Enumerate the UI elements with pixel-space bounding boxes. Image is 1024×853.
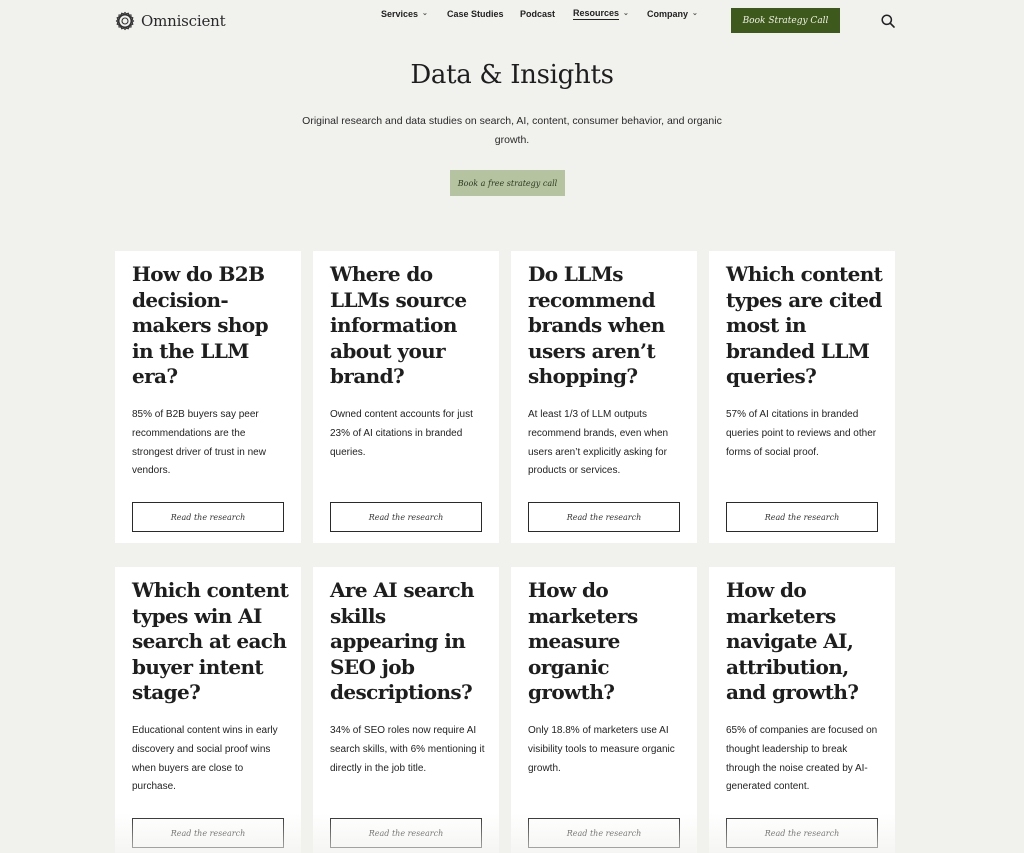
nav-resources-label: Resources xyxy=(573,8,620,20)
nav-podcast[interactable]: Podcast xyxy=(520,9,555,19)
card-description: 57% of AI citations in branded queries p… xyxy=(726,409,877,458)
nav-resources[interactable]: Resources ⌄ xyxy=(573,8,629,20)
card-title: Which content types win AI search at eac… xyxy=(132,578,289,704)
search-button[interactable] xyxy=(880,13,896,29)
card-description: Owned content accounts for just 23% of A… xyxy=(330,409,473,458)
card-title: Where do LLMs source information about y… xyxy=(330,262,467,388)
research-card: Do LLMs recommend brands when users aren… xyxy=(511,251,697,543)
research-card: Are AI search skills appearing in SEO jo… xyxy=(313,567,499,853)
read-research-button[interactable]: Read the research xyxy=(726,502,878,532)
research-card: How do B2B decision-makers shop in the L… xyxy=(115,251,301,543)
chevron-down-icon: ⌄ xyxy=(623,10,629,17)
research-card: Which content types are cited most in br… xyxy=(709,251,895,543)
logo-mark-icon xyxy=(115,11,135,31)
read-research-button[interactable]: Read the research xyxy=(726,818,878,848)
card-description: At least 1/3 of LLM outputs recommend br… xyxy=(528,409,669,477)
nav-company[interactable]: Company ⌄ xyxy=(647,9,698,19)
research-card: Which content types win AI search at eac… xyxy=(115,567,301,853)
card-description: 85% of B2B buyers say peer recommendatio… xyxy=(132,409,266,477)
page-subtitle: Original research and data studies on se… xyxy=(302,115,722,146)
card-title: How do B2B decision-makers shop in the L… xyxy=(132,262,269,388)
book-strategy-call-button[interactable]: Book Strategy Call xyxy=(731,8,840,33)
card-description: Only 18.8% of marketers use AI visibilit… xyxy=(528,725,675,774)
research-card: Where do LLMs source information about y… xyxy=(313,251,499,543)
logo[interactable]: Omniscient xyxy=(115,10,226,32)
nav-case-studies-label: Case Studies xyxy=(447,9,504,19)
read-research-button[interactable]: Read the research xyxy=(528,502,680,532)
nav-podcast-label: Podcast xyxy=(520,9,556,19)
nav-services-label: Services xyxy=(381,9,419,19)
chevron-down-icon: ⌄ xyxy=(692,10,698,17)
card-title: Are AI search skills appearing in SEO jo… xyxy=(330,578,475,704)
logo-text: Omniscient xyxy=(141,12,226,30)
nav-case-studies[interactable]: Case Studies xyxy=(447,9,504,19)
site-header: Omniscient Services ⌄ Case Studies Podca… xyxy=(0,0,1024,42)
page-title: Data & Insights xyxy=(410,60,614,90)
read-research-button[interactable]: Read the research xyxy=(132,818,284,848)
read-research-button[interactable]: Read the research xyxy=(330,502,482,532)
chevron-down-icon: ⌄ xyxy=(422,10,428,17)
research-card: How do marketers navigate AI, attributio… xyxy=(709,567,895,853)
research-card: How do marketers measure organic growth?… xyxy=(511,567,697,853)
card-description: 34% of SEO roles now require AI search s… xyxy=(330,725,485,774)
card-description: Educational content wins in early discov… xyxy=(132,725,278,793)
card-title: Which content types are cited most in br… xyxy=(726,262,883,388)
free-strategy-call-button[interactable]: Book a free strategy call xyxy=(450,170,565,196)
read-research-button[interactable]: Read the research xyxy=(528,818,680,848)
card-title: How do marketers navigate AI, attributio… xyxy=(726,578,859,704)
nav-company-label: Company xyxy=(647,9,689,19)
search-icon xyxy=(881,14,895,28)
card-description: 65% of companies are focused on thought … xyxy=(726,725,878,793)
nav-services[interactable]: Services ⌄ xyxy=(381,9,428,19)
card-title: Do LLMs recommend brands when users aren… xyxy=(528,262,665,388)
read-research-button[interactable]: Read the research xyxy=(132,502,284,532)
read-research-button[interactable]: Read the research xyxy=(330,818,482,848)
card-title: How do marketers measure organic growth? xyxy=(528,578,638,704)
